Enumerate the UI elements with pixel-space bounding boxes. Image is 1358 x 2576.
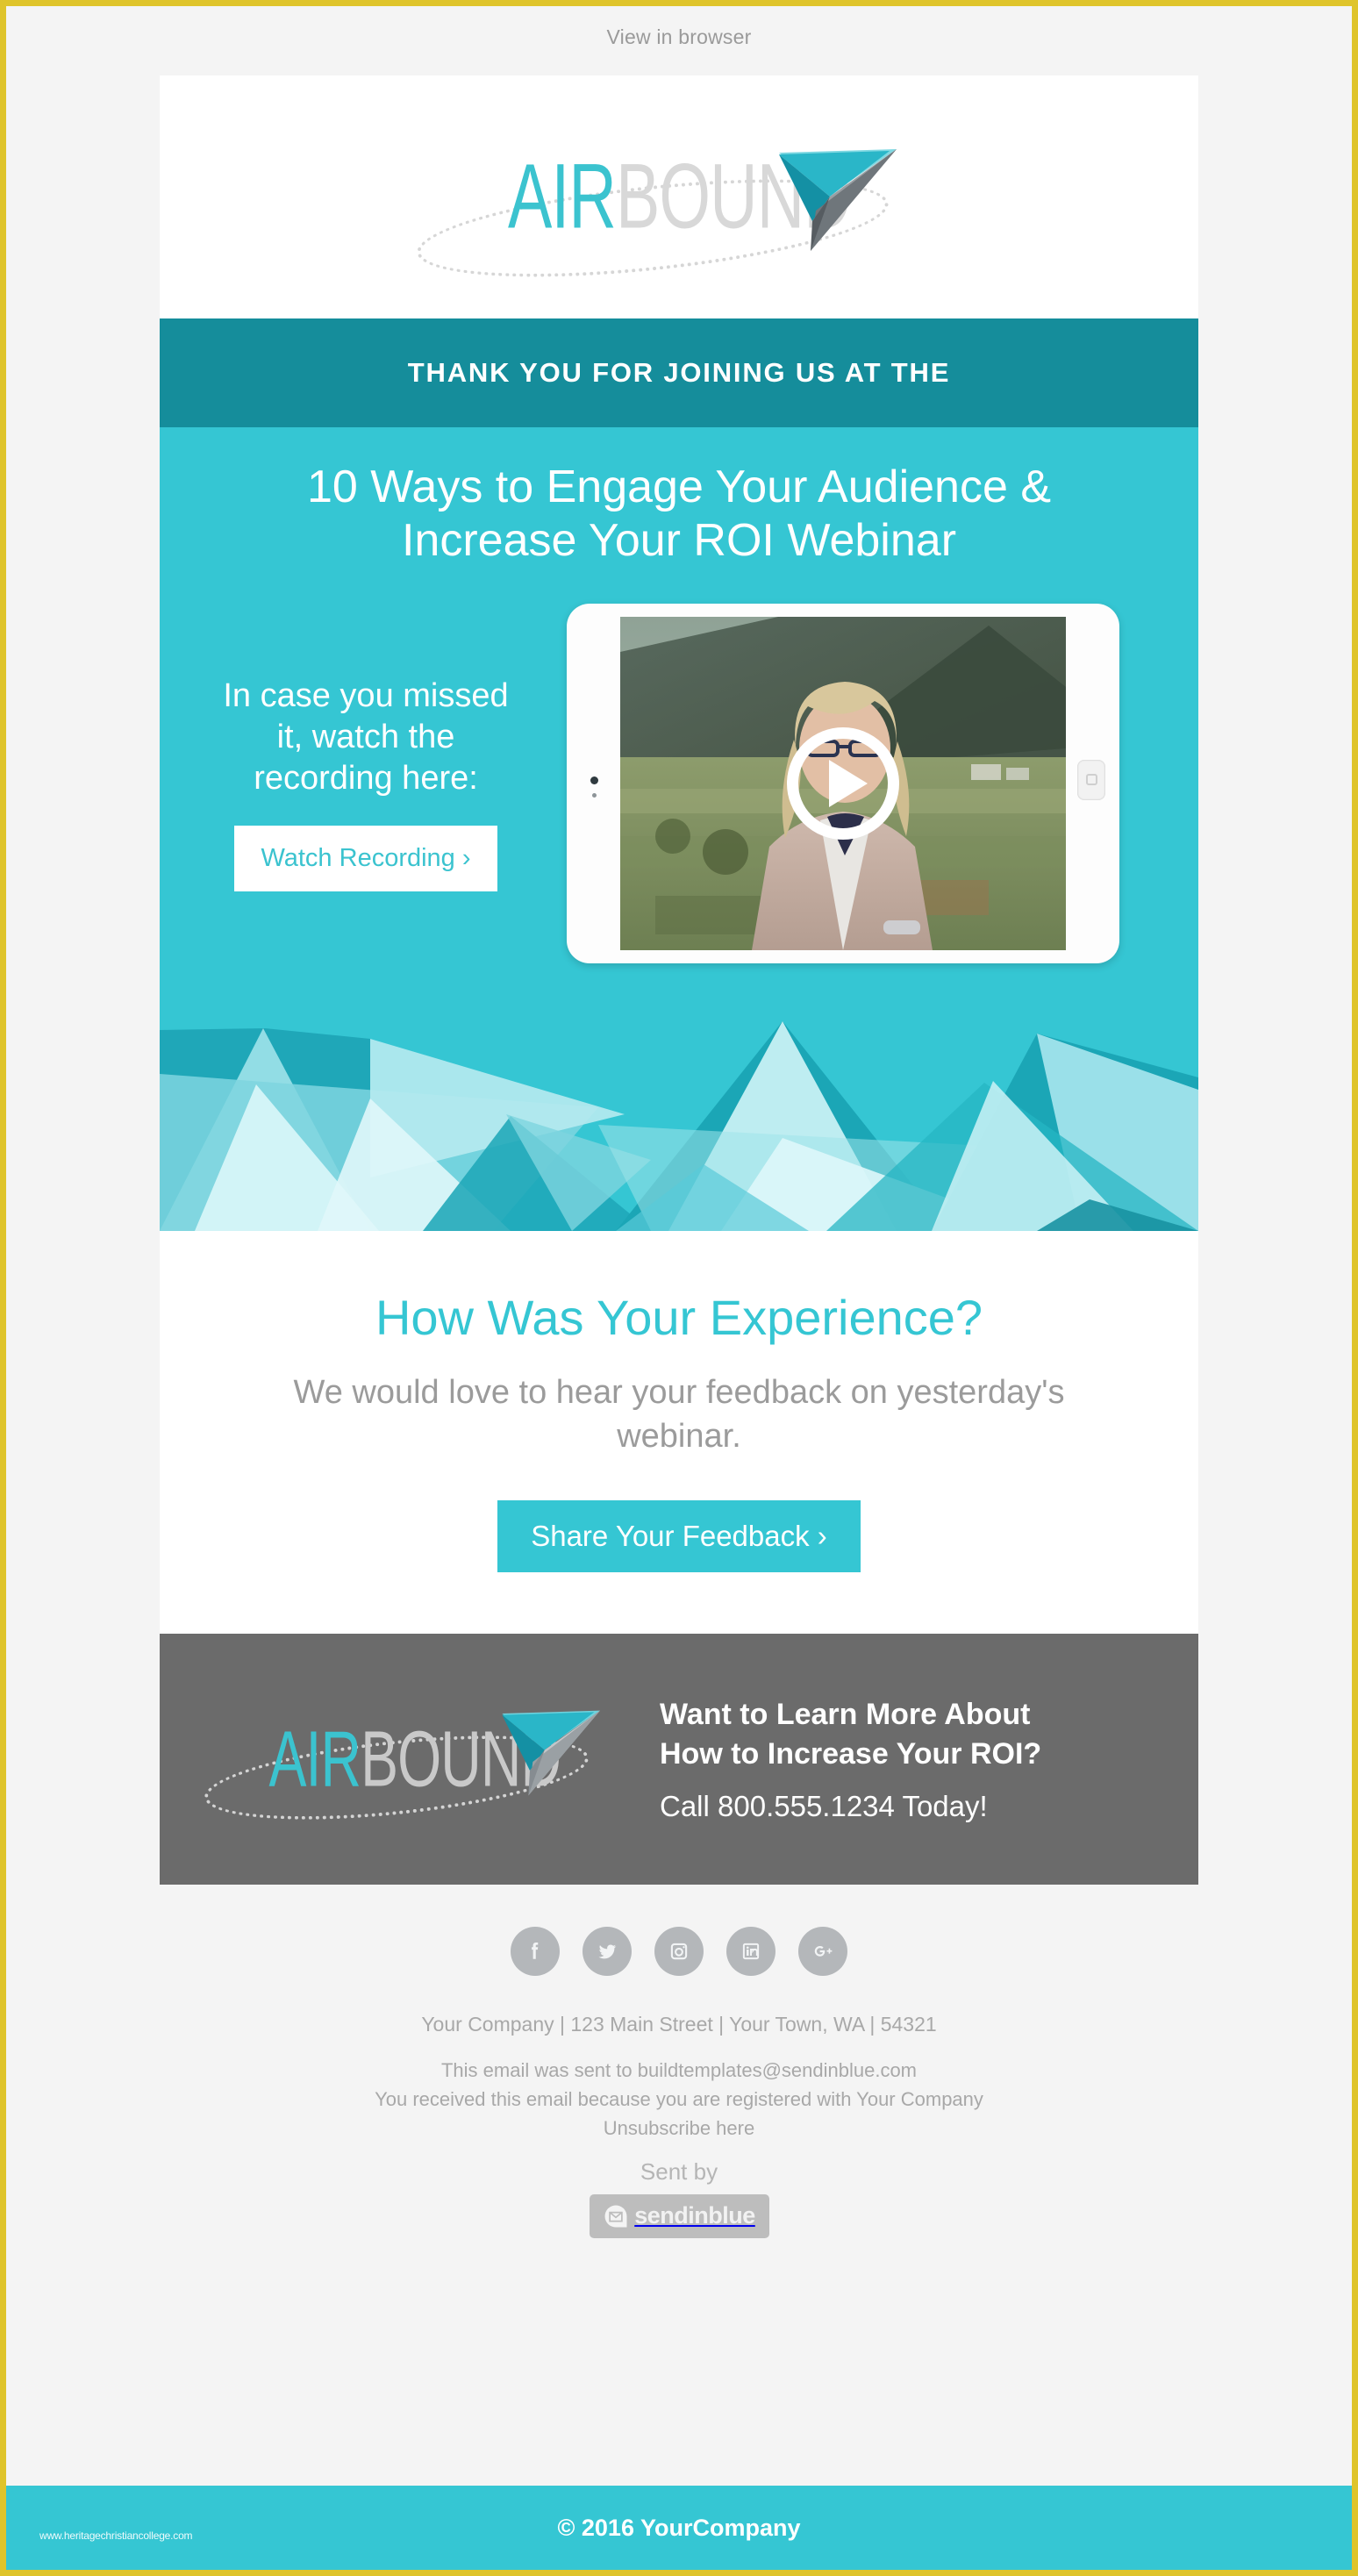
paper-plane-icon [779, 148, 897, 251]
copyright-text: © 2016 YourCompany [557, 2514, 801, 2541]
cta-band: AIRBOUND Want to Learn More About How to… [160, 1634, 1198, 1885]
linkedin-icon[interactable] [726, 1927, 775, 1977]
feedback-subtitle: We would love to hear your feedback on y… [293, 1373, 1065, 1455]
social-links-row [160, 1885, 1198, 2009]
share-feedback-button[interactable]: Share Your Feedback › [497, 1500, 861, 1573]
footer-text-block: Your Company | 123 Main Street | Your To… [160, 2009, 1198, 2143]
logo-text-air: AIR [507, 145, 617, 248]
tablet-camera-icon [590, 776, 598, 784]
footer-logo-text-air: AIR [268, 1715, 362, 1803]
kicker-band: THANK YOU FOR JOINING US AT THE [160, 318, 1198, 427]
footer-airbound-logo: AIRBOUND [200, 1702, 621, 1835]
preheader-bar: View in browser [6, 6, 1352, 75]
play-button-icon[interactable] [787, 726, 899, 840]
hero-left-text: In case you missed it, watch the recordi… [223, 676, 509, 797]
view-in-browser-link[interactable]: View in browser [607, 25, 752, 48]
cta-heading-line-2: How to Increase Your ROI? [660, 1737, 1042, 1771]
geometric-mountain-pattern [160, 1001, 1198, 1231]
facebook-icon[interactable] [511, 1927, 560, 1977]
site-watermark: www.heritagechristiancollege.com [39, 2529, 193, 2542]
cta-text-block: Want to Learn More About How to Increase… [660, 1695, 1149, 1823]
footer-paper-plane-icon [502, 1710, 600, 1796]
low-poly-graphic [160, 1001, 1198, 1231]
email-body: AIRBOUND THANK YOU FOR JOINING US AT THE… [160, 75, 1198, 2238]
footer-registered-note: You received this email because you are … [375, 2087, 983, 2110]
tablet-home-button-icon [1077, 759, 1105, 800]
hero-body: In case you missed it, watch the recordi… [212, 603, 1146, 1002]
feedback-title: How Was Your Experience? [375, 1289, 983, 1345]
sendinblue-badge[interactable]: sendinblue [589, 2193, 769, 2238]
footer-address: Your Company | 123 Main Street | Your To… [421, 2013, 937, 2036]
cta-phone: Call 800.555.1234 Today! [660, 1789, 988, 1822]
twitter-icon[interactable] [583, 1927, 632, 1977]
unsubscribe-link[interactable]: Unsubscribe here [604, 2117, 754, 2139]
instagram-icon[interactable] [654, 1927, 704, 1977]
tablet-device [567, 603, 1119, 963]
hero-right-column [540, 603, 1146, 963]
bottom-copyright-bar: www.heritagechristiancollege.com © 2016 … [6, 2486, 1352, 2570]
googleplus-icon[interactable] [798, 1927, 847, 1977]
cta-heading: Want to Learn More About How to Increase… [660, 1695, 1149, 1790]
sent-by-label: Sent by [640, 2157, 718, 2185]
kicker-text: THANK YOU FOR JOINING US AT THE [407, 357, 951, 388]
video-thumbnail[interactable] [620, 616, 1066, 950]
tablet-sensor-icon [592, 792, 597, 798]
sendinblue-envelope-icon [604, 2205, 627, 2228]
cta-heading-line-1: Want to Learn More About [660, 1698, 1031, 1732]
sendinblue-badge-text: sendinblue [634, 2202, 755, 2229]
feedback-section: How Was Your Experience? We would love t… [160, 1230, 1198, 1635]
header-logo-card: AIRBOUND [160, 75, 1198, 318]
watch-recording-button[interactable]: Watch Recording › [234, 825, 497, 891]
airbound-logo: AIRBOUND [412, 140, 942, 295]
footer-sent-to: This email was sent to buildtemplates@se… [440, 2058, 918, 2081]
hero-title: 10 Ways to Engage Your Audience & Increa… [306, 462, 1052, 567]
hero-section: 10 Ways to Engage Your Audience & Increa… [160, 427, 1198, 1002]
hero-left-column: In case you missed it, watch the recordi… [212, 676, 519, 891]
